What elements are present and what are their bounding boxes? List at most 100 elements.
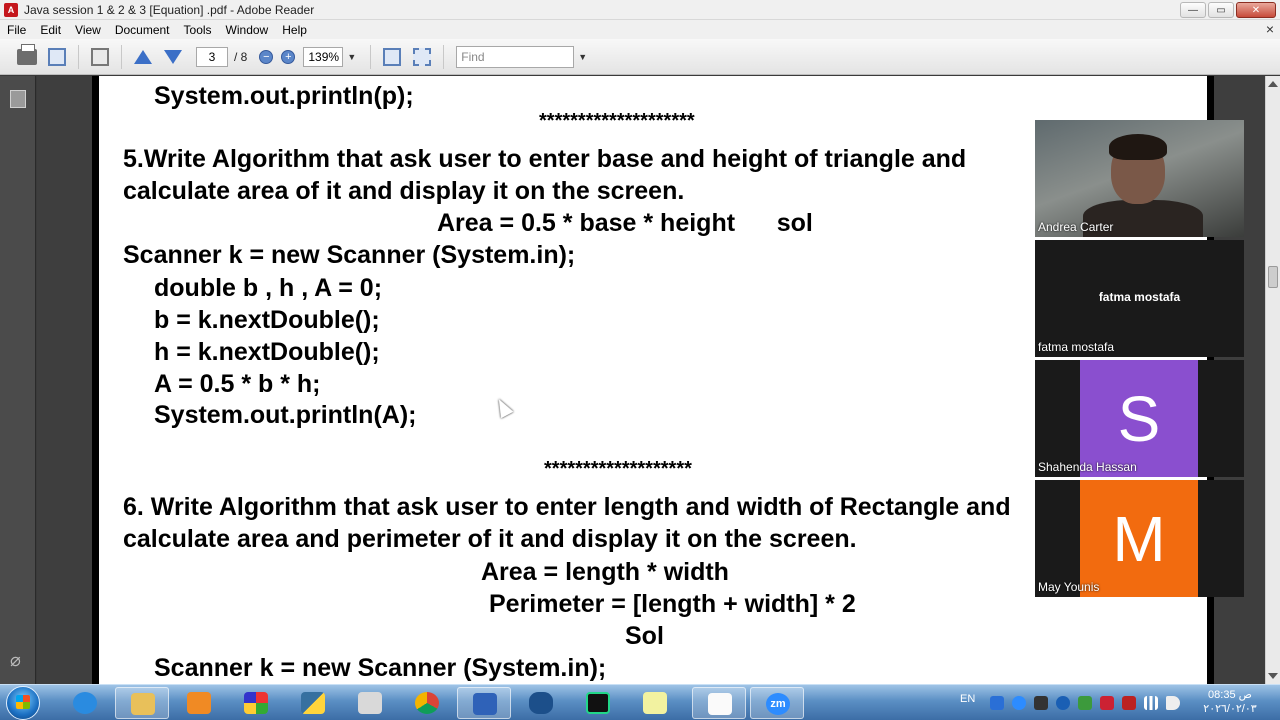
snipping-tool-icon [358, 692, 382, 714]
internet-explorer-icon [73, 692, 97, 714]
network-alert-icon[interactable] [1100, 696, 1114, 710]
antivirus-icon[interactable] [1122, 696, 1136, 710]
next-page-button[interactable] [160, 45, 186, 69]
vertical-scrollbar[interactable] [1265, 76, 1280, 684]
taskbar-snipping[interactable] [343, 687, 397, 719]
zoom-out-icon[interactable]: − [259, 49, 274, 64]
collaborate-button[interactable] [87, 45, 113, 69]
menu-view[interactable]: View [68, 23, 108, 37]
zoom-level-input[interactable]: 139% [303, 46, 344, 67]
find-dropdown-icon[interactable]: ▼ [578, 52, 587, 62]
scroll-down-icon[interactable] [1268, 673, 1278, 679]
participant-name: Andrea Carter [1038, 220, 1114, 234]
system-clock[interactable]: 08:35 ص ٢٠٢٦/٠٢/٠٣ [1198, 688, 1262, 716]
office-icon [244, 692, 268, 714]
media-player-icon [187, 692, 211, 714]
scroll-up-icon[interactable] [1268, 81, 1278, 87]
taskbar-notepad[interactable] [692, 687, 746, 719]
doc-formula: Area = length * width [481, 558, 729, 586]
previous-page-icon [134, 49, 152, 64]
doc-label: Sol [625, 622, 664, 650]
zoom-dropdown-icon[interactable]: ▼ [347, 52, 356, 62]
page-total: / 8 [234, 49, 248, 64]
doc-separator: ******************** [539, 110, 695, 132]
info-icon[interactable] [990, 696, 1004, 710]
menu-window[interactable]: Window [219, 23, 276, 37]
menu-help[interactable]: Help [275, 23, 314, 37]
paint-icon [643, 692, 667, 714]
menu-document[interactable]: Document [108, 23, 177, 37]
video-tile-may-younis[interactable]: M May Younis [1035, 480, 1244, 597]
fit-width-button[interactable] [409, 45, 435, 69]
close-button[interactable]: ✕ [1236, 2, 1276, 18]
toolbar-separator [443, 44, 445, 69]
taskbar-explorer[interactable] [115, 687, 169, 719]
doc-separator: ******************* [544, 458, 692, 480]
zoom-in-icon[interactable]: + [281, 49, 296, 64]
python-icon [301, 692, 325, 714]
zoom-tray-icon[interactable] [1012, 696, 1026, 710]
taskbar-ie[interactable] [58, 687, 112, 719]
doc-line: System.out.println(p); [154, 82, 414, 110]
attachments-icon[interactable]: ⌀ [10, 650, 21, 671]
device-icon[interactable] [1078, 696, 1092, 710]
title-bar: A Java session 1 & 2 & 3 [Equation] .pdf… [0, 0, 1280, 20]
taskbar-office[interactable] [229, 687, 283, 719]
previous-page-button[interactable] [130, 45, 156, 69]
fit-width-icon [413, 47, 432, 66]
doc-heading: 5.Write Algorithm that ask user to enter… [123, 145, 967, 173]
clock-date: ٢٠٢٦/٠٢/٠٣ [1203, 703, 1257, 715]
participant-name: May Younis [1038, 580, 1100, 594]
minimize-button[interactable]: — [1180, 2, 1206, 18]
participant-name: fatma mostafa [1038, 340, 1115, 354]
clock-time: 08:35 ص [1208, 689, 1252, 701]
doc-code-line: A = 0.5 * b * h; [154, 370, 321, 398]
pages-panel-icon[interactable] [10, 90, 26, 108]
taskbar: zm EN 08:35 ص ٢٠٢٦/٠٢/٠٣ [0, 684, 1280, 720]
doc-heading: 6. Write Algorithm that ask user to ente… [123, 493, 1011, 521]
document-close-button[interactable]: × [1266, 21, 1274, 37]
doc-code-line: double b , h , A = 0; [154, 274, 383, 302]
printer-icon [17, 43, 37, 65]
menu-file[interactable]: File [0, 23, 33, 37]
next-page-icon [164, 49, 182, 64]
signal-icon[interactable] [1144, 696, 1158, 710]
doc-line: calculate area of it and display it on t… [123, 177, 685, 205]
video-tile-andrea-carter[interactable]: Andrea Carter [1035, 120, 1244, 237]
doc-formula: Perimeter = [length + width] * 2 [489, 590, 856, 618]
menu-bar: File Edit View Document Tools Window Hel… [0, 20, 1280, 39]
pages-dropdown-button[interactable] [44, 45, 70, 69]
taskbar-zoom[interactable]: zm [750, 687, 804, 719]
menu-edit[interactable]: Edit [33, 23, 68, 37]
arduino-icon [529, 692, 553, 714]
video-tile-fatma-mostafa[interactable]: fatma mostafa fatma mostafa [1035, 240, 1244, 357]
taskbar-media-player[interactable] [172, 687, 226, 719]
print-button[interactable] [14, 43, 40, 69]
pdf-icon: A [4, 2, 18, 17]
find-input[interactable]: Find [456, 45, 575, 68]
scroll-thumb[interactable] [1268, 266, 1278, 288]
navigation-panel: ⌀ [0, 76, 36, 684]
page-number-input[interactable]: 3 [196, 46, 228, 67]
taskbar-arduino[interactable] [514, 687, 568, 719]
doc-code-line: System.out.println(A); [154, 401, 417, 429]
video-tile-shahenda-hassan[interactable]: S Shahenda Hassan [1035, 360, 1244, 477]
taskbar-python[interactable] [286, 687, 340, 719]
taskbar-paint[interactable] [628, 687, 682, 719]
toolbar-separator [78, 44, 79, 69]
menu-tools[interactable]: Tools [177, 23, 219, 37]
fit-page-button[interactable] [379, 45, 405, 69]
volume-icon[interactable] [1166, 696, 1180, 710]
doc-code-line: Scanner k = new Scanner (System.in); [123, 241, 576, 269]
toolbar: 3 / 8 − + 139% ▼ Find ▼ [0, 39, 1280, 75]
bluetooth-icon[interactable] [1056, 696, 1070, 710]
taskbar-chrome[interactable] [400, 687, 454, 719]
participant-center-name: fatma mostafa [1098, 290, 1181, 304]
security-icon[interactable] [1034, 696, 1048, 710]
restore-button[interactable]: ▭ [1208, 2, 1234, 18]
doc-code-line: b = k.nextDouble(); [154, 306, 380, 334]
language-indicator[interactable]: EN [960, 693, 975, 705]
participant-video [1109, 134, 1167, 160]
taskbar-pycharm[interactable] [571, 687, 625, 719]
taskbar-virtualbox[interactable] [457, 687, 511, 719]
